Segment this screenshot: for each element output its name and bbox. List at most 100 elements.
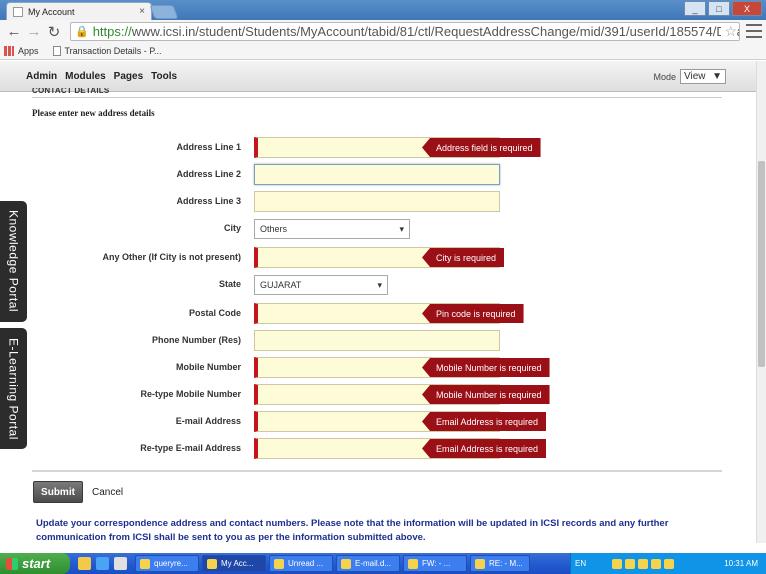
menu-icon[interactable]: [746, 24, 762, 38]
scrollbar-thumb[interactable]: [758, 161, 765, 367]
task-email[interactable]: E-mail.d...: [336, 555, 400, 572]
bookmark-transaction-details[interactable]: Transaction Details - P...: [52, 46, 162, 56]
task-label: Unread ...: [288, 559, 324, 568]
close-tab-icon[interactable]: ×: [139, 6, 145, 17]
email-error: Email Address is required: [422, 412, 547, 431]
lock-icon: 🔒: [75, 26, 89, 38]
app-icon: [408, 558, 418, 569]
state-select[interactable]: GUJARAT ▾: [254, 275, 388, 295]
language-indicator[interactable]: EN: [575, 559, 586, 568]
tray-icon[interactable]: [625, 558, 636, 569]
back-arrow-icon[interactable]: ←: [4, 22, 24, 42]
knowledge-portal-tab[interactable]: Knowledge Portal: [0, 201, 27, 322]
task-fw[interactable]: FW: - ...: [403, 555, 467, 572]
mobile-label: Mobile Number: [175, 362, 241, 372]
state-value: GUJARAT: [260, 280, 302, 290]
task-re[interactable]: RE: - M...: [470, 555, 530, 572]
task-unread[interactable]: Unread ...: [269, 555, 333, 572]
bookmark-label: Transaction Details - P...: [64, 46, 162, 56]
new-tab-button[interactable]: [149, 5, 179, 19]
submit-button[interactable]: Submit: [33, 481, 83, 503]
windows-logo-icon: [6, 557, 18, 570]
tab-title: My Account: [28, 6, 75, 17]
task-my-account[interactable]: My Acc...: [202, 555, 266, 572]
address-line-1-label: Address Line 1: [176, 142, 241, 152]
address-line-2-input[interactable]: [254, 164, 500, 185]
clock: 10:31 AM: [724, 559, 758, 568]
mode-value: View: [684, 71, 706, 82]
row-address-line-3: Address Line 3: [0, 191, 756, 213]
reload-icon[interactable]: ↻: [44, 22, 64, 42]
document-icon: [52, 46, 61, 56]
tray-icon[interactable]: [664, 558, 675, 569]
tray-icon[interactable]: [651, 558, 662, 569]
address-bar[interactable]: 🔒 https:// www.icsi.in/student/Students/…: [70, 22, 740, 41]
explorer-icon[interactable]: [114, 557, 127, 570]
maximize-button[interactable]: □: [708, 1, 730, 16]
other-city-error: City is required: [422, 248, 505, 267]
tools-link[interactable]: Tools: [151, 71, 177, 82]
address-line-3-input[interactable]: [254, 191, 500, 212]
knowledge-portal-label: Knowledge Portal: [6, 210, 21, 313]
address-line-1-error: Address field is required: [422, 138, 541, 157]
dropdown-arrow-icon: ▾: [399, 223, 404, 234]
form-instruction: Please enter new address details: [32, 108, 155, 118]
chrome-icon[interactable]: [78, 557, 91, 570]
app-icon: [475, 558, 485, 569]
start-button[interactable]: start: [0, 553, 70, 574]
browser-titlebar: My Account × _ □ X: [0, 0, 766, 20]
forward-arrow-icon[interactable]: →: [24, 22, 44, 42]
mode-select[interactable]: View ▼: [680, 69, 726, 84]
task-label: E-mail.d...: [355, 559, 392, 568]
task-queryre[interactable]: queryre...: [135, 555, 199, 572]
page-icon: [13, 6, 23, 17]
phone-input[interactable]: [254, 330, 500, 351]
task-label: queryre...: [154, 559, 188, 568]
bookmarks-bar: Apps Transaction Details - P...: [0, 43, 766, 60]
vertical-scrollbar[interactable]: [756, 61, 766, 543]
postal-code-error: Pin code is required: [422, 304, 524, 323]
row-state: State GUJARAT ▾: [0, 274, 756, 296]
tab-my-account[interactable]: My Account ×: [6, 2, 152, 20]
modules-link[interactable]: Modules: [65, 71, 106, 82]
mobile-error: Mobile Number is required: [422, 358, 550, 377]
close-window-button[interactable]: X: [732, 1, 762, 16]
city-label: City: [223, 223, 241, 233]
retype-mobile-error: Mobile Number is required: [422, 385, 550, 404]
app-icon: [207, 558, 217, 569]
app-icon: [140, 558, 150, 569]
state-label: State: [218, 279, 241, 289]
tray-icon[interactable]: [612, 558, 623, 569]
url-path: www.icsi.in/student/Students/MyAccount/t…: [131, 24, 740, 39]
city-select[interactable]: Others ▾: [254, 219, 410, 239]
section-heading: CONTACT DETAILS: [32, 88, 722, 98]
mode-control: Mode View ▼: [653, 69, 726, 84]
row-address-line-2: Address Line 2: [0, 164, 756, 186]
retype-email-error: Email Address is required: [422, 439, 547, 458]
row-other-city: Any Other (If City is not present) City …: [0, 247, 756, 269]
windows-taskbar: start queryre... My Acc... Unread ... E-…: [0, 553, 766, 574]
row-city: City Others ▾: [0, 218, 756, 240]
postal-code-label: Postal Code: [188, 308, 241, 318]
bookmark-apps[interactable]: Apps: [4, 46, 39, 56]
admin-link[interactable]: Admin: [26, 71, 57, 82]
app-icon: [341, 558, 351, 569]
bookmark-star-icon[interactable]: ☆: [721, 23, 737, 40]
row-phone: Phone Number (Res): [0, 330, 756, 352]
tray-icon[interactable]: [638, 558, 649, 569]
minimize-button[interactable]: _: [684, 1, 706, 16]
bookmark-label: Apps: [18, 46, 39, 56]
pages-link[interactable]: Pages: [114, 71, 143, 82]
task-label: My Acc...: [221, 559, 254, 568]
window-controls: _ □ X: [682, 1, 762, 16]
form-divider: [32, 470, 722, 472]
chevron-down-icon: ▼: [712, 71, 722, 82]
cancel-link[interactable]: Cancel: [92, 487, 123, 498]
elearning-portal-tab[interactable]: E-Learning Portal: [0, 328, 27, 449]
page-content: Admin Modules Pages Tools Mode View ▼ CO…: [0, 61, 756, 543]
task-label: FW: - ...: [422, 559, 451, 568]
ie-icon[interactable]: [96, 557, 109, 570]
apps-icon: [4, 46, 14, 56]
retype-mobile-label: Re-type Mobile Number: [140, 389, 241, 399]
address-line-2-label: Address Line 2: [176, 169, 241, 179]
